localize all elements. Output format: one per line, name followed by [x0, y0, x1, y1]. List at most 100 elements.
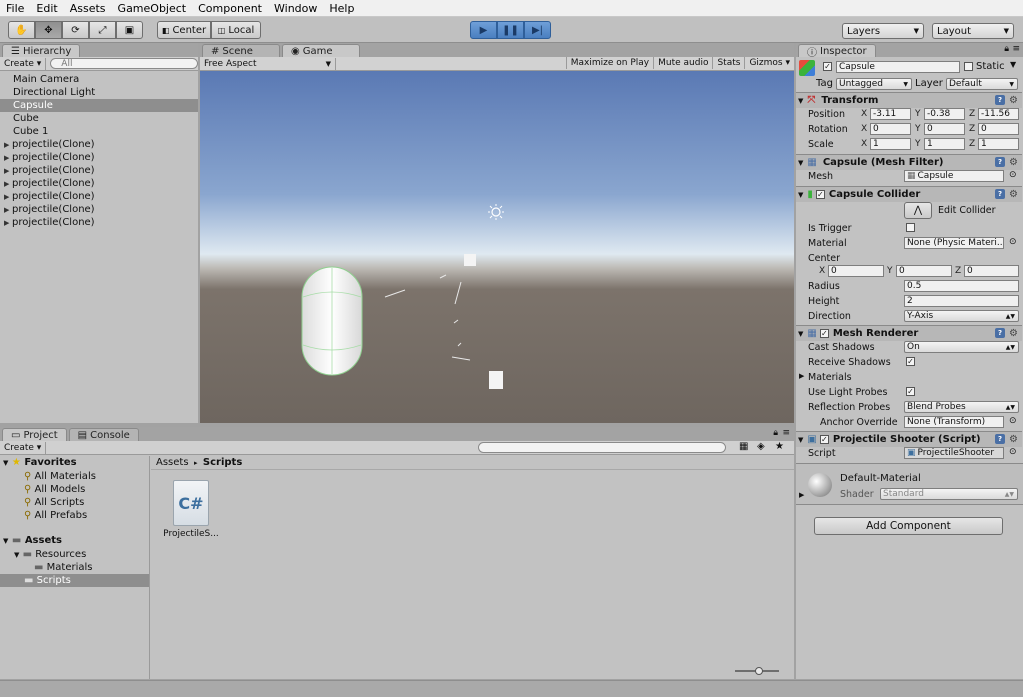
shader-dropdown[interactable]: Standard ▲▼ — [880, 488, 1018, 500]
breadcrumb-assets[interactable]: Assets — [156, 457, 189, 468]
object-picker-icon[interactable]: ⊙ — [1009, 447, 1017, 457]
tab-project[interactable]: ▭ Project — [2, 428, 67, 441]
list-item[interactable]: ▶ projectile(Clone) — [0, 177, 198, 190]
hierarchy-create-button[interactable]: Create ▾ — [0, 57, 47, 70]
collapse-triangle-icon[interactable]: ▼ — [3, 537, 8, 545]
collapse-triangle-icon[interactable]: ▼ — [3, 459, 8, 467]
object-picker-icon[interactable]: ⊙ — [1009, 416, 1017, 426]
layer-dropdown[interactable]: Default ▼ — [946, 78, 1018, 90]
tab-inspector[interactable]: ⓘ Inspector — [798, 44, 876, 59]
radius-field[interactable]: 0.5 — [904, 280, 1019, 292]
mesh-filter-header[interactable]: ▼ ▦ Capsule (Mesh Filter) ? ⚙ — [796, 154, 1022, 170]
list-item[interactable]: Cube 1 — [0, 125, 198, 138]
project-create-button[interactable]: Create ▾ — [0, 441, 47, 454]
collapse-triangle-icon[interactable]: ▼ — [798, 436, 803, 444]
capsule-object[interactable] — [301, 266, 363, 376]
collapse-triangle-icon[interactable]: ▼ — [798, 191, 803, 199]
search-filter-icon[interactable]: ▦ — [739, 441, 748, 452]
list-item[interactable]: Cube — [0, 112, 198, 125]
active-checkbox[interactable]: ✓ — [823, 62, 832, 71]
materials-label[interactable]: Materials — [808, 372, 852, 383]
center-y-field[interactable]: 0 — [896, 265, 952, 277]
tab-scene[interactable]: # Scene — [202, 44, 280, 57]
physic-material-field[interactable]: None (Physic Materi... — [904, 237, 1004, 249]
list-item[interactable]: ⚲ All Materials — [24, 470, 96, 483]
move-tool-button[interactable]: ✥ — [35, 21, 62, 39]
pivot-center-button[interactable]: ◧ Center — [157, 21, 211, 39]
menu-help[interactable]: Help — [323, 2, 360, 15]
center-x-field[interactable]: 0 — [828, 265, 884, 277]
receive-shadows-checkbox[interactable]: ✓ — [906, 357, 915, 366]
is-trigger-checkbox[interactable] — [906, 223, 915, 232]
menu-edit[interactable]: Edit — [30, 2, 63, 15]
gear-icon[interactable]: ⚙ — [1009, 189, 1018, 200]
gear-icon[interactable]: ⚙ — [1009, 95, 1018, 106]
cube-object[interactable] — [464, 254, 476, 266]
expand-triangle-icon[interactable]: ▶ — [799, 372, 804, 380]
height-field[interactable]: 2 — [904, 295, 1019, 307]
step-button[interactable]: ▶| — [524, 21, 551, 39]
tab-game[interactable]: ◉ Game — [282, 44, 360, 57]
list-item[interactable]: ▶ projectile(Clone) — [0, 216, 198, 229]
scale-z-field[interactable]: 1 — [978, 138, 1019, 150]
menu-assets[interactable]: Assets — [64, 2, 112, 15]
object-picker-icon[interactable]: ⊙ — [1009, 170, 1017, 180]
expand-triangle-icon[interactable]: ▶ — [799, 491, 804, 499]
play-button[interactable]: ▶ — [470, 21, 497, 39]
game-viewport[interactable] — [200, 71, 794, 423]
direction-dropdown[interactable]: Y-Axis ▲▼ — [904, 310, 1019, 322]
cast-shadows-dropdown[interactable]: On ▲▼ — [904, 341, 1019, 353]
pause-button[interactable]: ❚❚ — [497, 21, 524, 39]
gear-icon[interactable]: ⚙ — [1009, 434, 1018, 445]
panel-menu-icon[interactable]: ≡ — [1012, 44, 1020, 54]
stats-toggle[interactable]: Stats — [713, 57, 746, 69]
help-icon[interactable]: ? — [995, 189, 1006, 199]
mesh-field[interactable]: ▦ Capsule — [904, 170, 1004, 182]
assets-header[interactable]: ▼ ▬ Assets — [3, 535, 62, 546]
dropdown-arrow-icon[interactable]: ▼ — [1010, 60, 1016, 69]
scale-tool-button[interactable]: ⤢ — [89, 21, 116, 39]
favorites-header[interactable]: ▼ ★ Favorites — [3, 457, 77, 468]
light-probes-checkbox[interactable]: ✓ — [906, 387, 915, 396]
rotation-y-field[interactable]: 0 — [924, 123, 965, 135]
list-item[interactable]: ▶ projectile(Clone) — [0, 138, 198, 151]
collapse-triangle-icon[interactable]: ▼ — [798, 97, 803, 105]
anchor-override-field[interactable]: None (Transform) — [904, 416, 1004, 428]
lock-icon[interactable]: 🔒︎ — [1004, 44, 1009, 54]
list-item[interactable]: ▶ projectile(Clone) — [0, 190, 198, 203]
zoom-slider[interactable] — [735, 667, 779, 675]
rotation-x-field[interactable]: 0 — [870, 123, 911, 135]
object-picker-icon[interactable]: ⊙ — [1009, 237, 1017, 247]
reflection-probes-dropdown[interactable]: Blend Probes ▲▼ — [904, 401, 1019, 413]
list-item[interactable]: ⚲ All Models — [24, 483, 96, 496]
menu-window[interactable]: Window — [268, 2, 323, 15]
list-item[interactable]: ⚲ All Scripts — [24, 496, 96, 509]
pivot-local-button[interactable]: ◫ Local — [211, 21, 261, 39]
aspect-dropdown[interactable]: Free Aspect ▼ — [200, 57, 336, 70]
collapse-triangle-icon[interactable]: ▼ — [798, 330, 803, 338]
collapse-triangle-icon[interactable]: ▼ — [14, 551, 19, 559]
transform-header[interactable]: ▼ ⤧ Transform ? ⚙ — [796, 92, 1022, 108]
position-z-field[interactable]: -11.56 — [978, 108, 1019, 120]
renderer-enabled-checkbox[interactable]: ✓ — [819, 329, 829, 338]
mesh-renderer-header[interactable]: ▼ ▦ ✓ Mesh Renderer ? ⚙ — [796, 325, 1022, 341]
hand-tool-button[interactable]: ✋ — [8, 21, 35, 39]
mute-audio-toggle[interactable]: Mute audio — [654, 57, 714, 69]
tab-console[interactable]: ▤ Console — [68, 428, 139, 441]
gear-icon[interactable]: ⚙ — [1009, 328, 1018, 339]
tag-dropdown[interactable]: Untagged ▼ — [836, 78, 912, 90]
zoom-slider-handle[interactable] — [755, 667, 763, 675]
list-item[interactable]: Directional Light — [0, 86, 198, 99]
menu-gameobject[interactable]: GameObject — [112, 2, 193, 15]
list-item[interactable]: ▼ ▬ Resources — [14, 549, 86, 560]
breadcrumb-scripts[interactable]: Scripts — [203, 457, 242, 468]
gizmos-dropdown[interactable]: Gizmos ▾ — [745, 57, 794, 69]
help-icon[interactable]: ? — [995, 157, 1006, 167]
collapse-triangle-icon[interactable]: ▼ — [798, 159, 803, 167]
help-icon[interactable]: ? — [995, 95, 1006, 105]
add-component-button[interactable]: Add Component — [814, 517, 1003, 535]
tag-filter-icon[interactable]: ◈ — [757, 441, 765, 452]
layers-dropdown[interactable]: Layers ▼ — [842, 23, 924, 39]
capsule-collider-header[interactable]: ▼ ▮ ✓ Capsule Collider ? ⚙ — [796, 186, 1022, 202]
scale-x-field[interactable]: 1 — [870, 138, 911, 150]
